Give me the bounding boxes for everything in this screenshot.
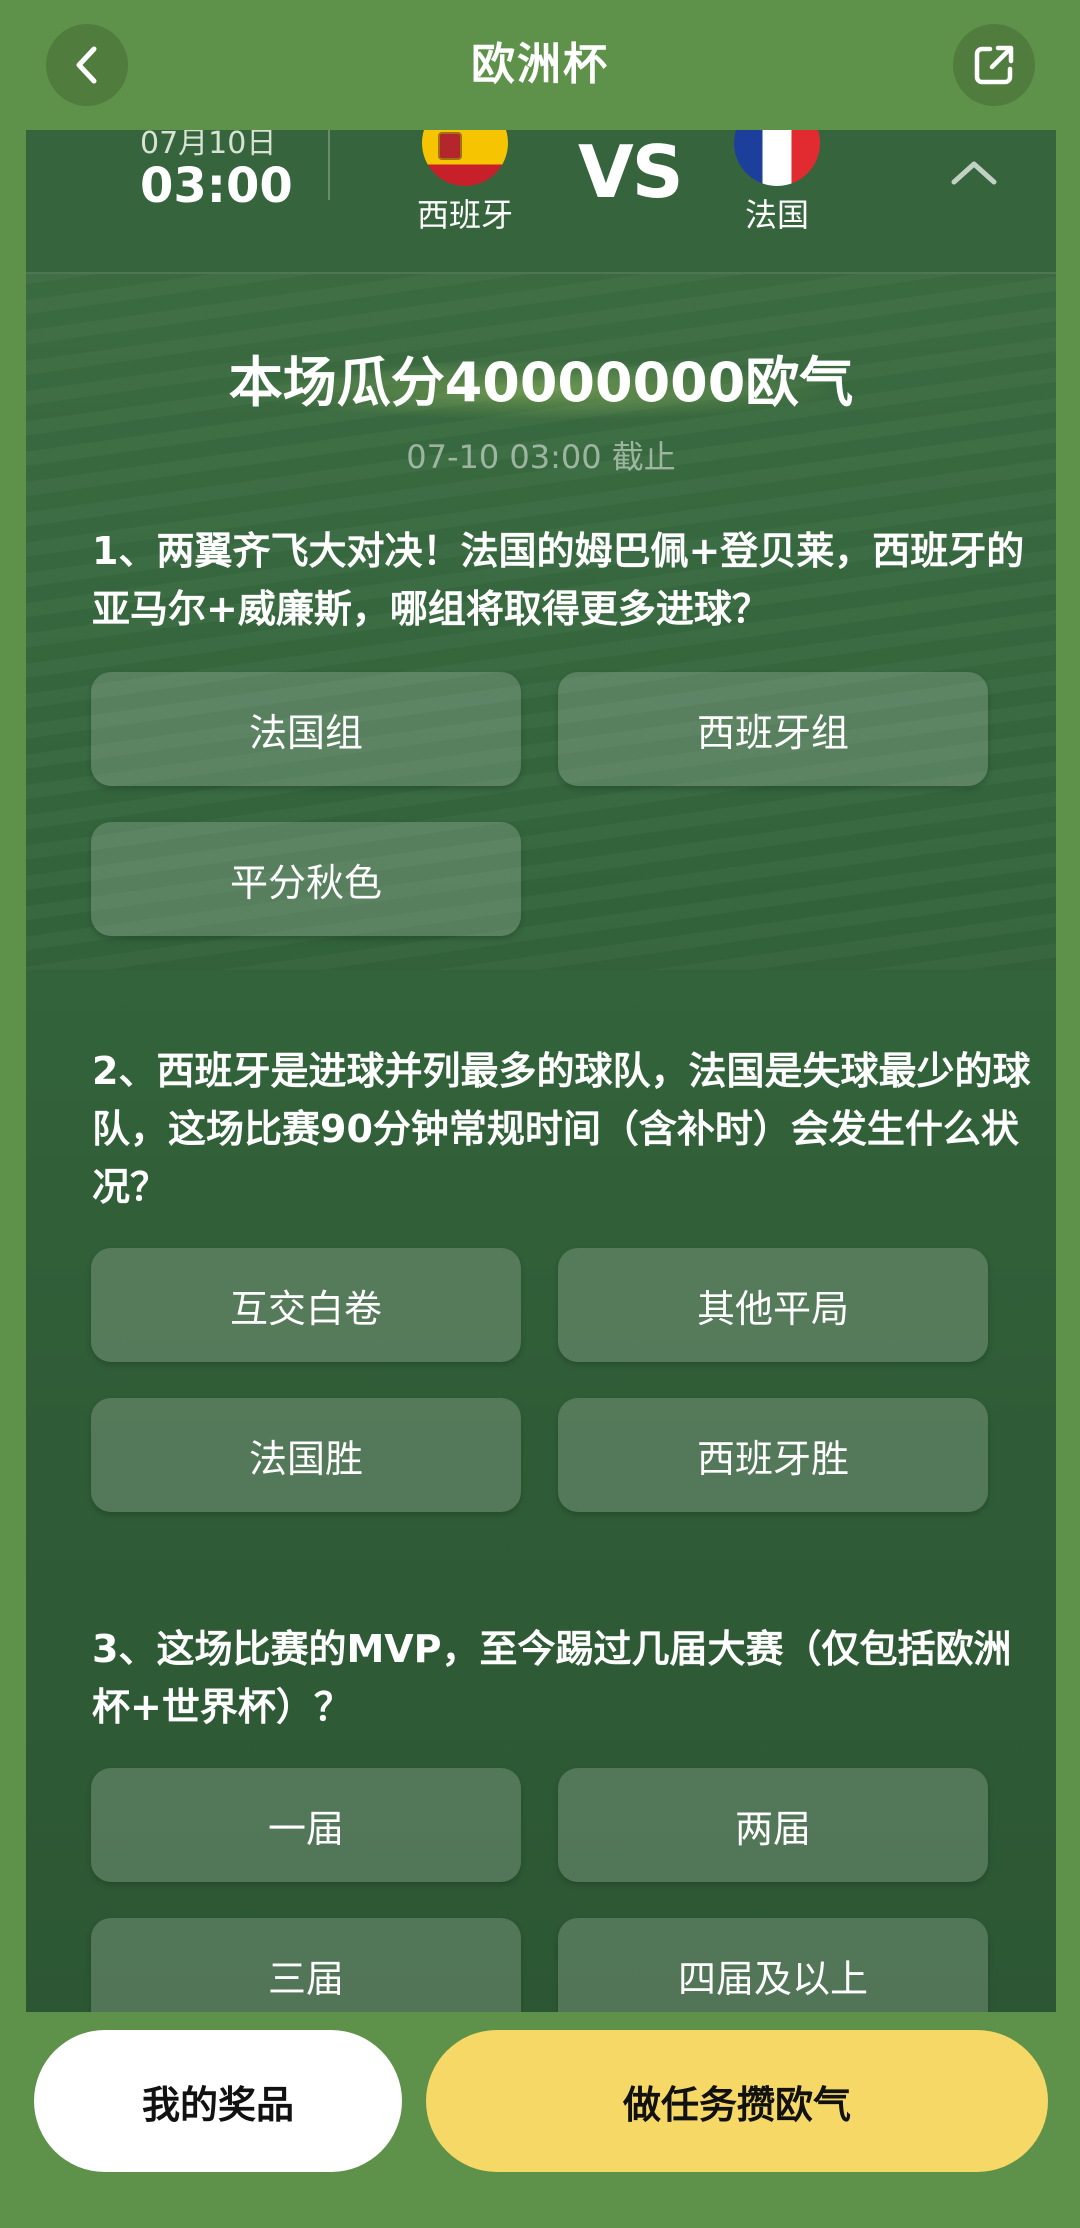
spain-flag-icon — [422, 130, 508, 186]
deadline-text: 07-10 03:00 截止 — [406, 438, 676, 476]
q2-option-other-draw[interactable]: 其他平局 — [558, 1248, 988, 1362]
france-flag-icon — [734, 130, 820, 186]
bottom-action-bar: 我的奖品 做任务攒欧气 — [0, 2012, 1080, 2228]
chevron-up-icon[interactable] — [946, 152, 1002, 192]
q2-option-spain-win[interactable]: 西班牙胜 — [558, 1398, 988, 1512]
my-prizes-button[interactable]: 我的奖品 — [34, 2030, 402, 2172]
q2-option-france-win[interactable]: 法国胜 — [91, 1398, 521, 1512]
question-3: 3、这场比赛的MVP，至今踢过几届大赛（仅包括欧洲杯+世界杯）？ — [92, 1627, 1012, 1729]
q3-option-two[interactable]: 两届 — [558, 1768, 988, 1882]
divider — [328, 130, 330, 200]
q1-option-spain-group[interactable]: 西班牙组 — [558, 672, 988, 786]
match-time: 03:00 — [140, 158, 293, 214]
q3-option-one[interactable]: 一届 — [91, 1768, 521, 1882]
quiz-card: 07月10日 03:00 西班牙 VS 法国 本场瓜分40000000欧气 07… — [26, 130, 1056, 2012]
q1-option-france-group[interactable]: 法国组 — [91, 672, 521, 786]
share-button[interactable] — [953, 24, 1035, 106]
q3-option-three[interactable]: 三届 — [91, 1918, 521, 2012]
q3-option-four-plus[interactable]: 四届及以上 — [558, 1918, 988, 2012]
top-nav: 欧洲杯 — [0, 0, 1080, 130]
external-link-icon — [974, 45, 1014, 85]
q1-option-tie[interactable]: 平分秋色 — [91, 822, 521, 936]
away-team-name: 法国 — [744, 196, 809, 234]
prize-title: 本场瓜分40000000欧气 — [228, 351, 854, 414]
match-header: 07月10日 03:00 西班牙 VS 法国 — [26, 130, 1056, 274]
vs-label: VS — [578, 130, 684, 214]
page-title: 欧洲杯 — [471, 39, 609, 90]
question-1: 1、两翼齐飞大对决！法国的姆巴佩+登贝莱，西班牙的亚马尔+威廉斯，哪组将取得更多… — [92, 529, 1025, 631]
question-2: 2、西班牙是进球并列最多的球队，法国是失球最少的球队，这场比赛90分钟常规时间（… — [92, 1049, 1031, 1209]
earn-points-button[interactable]: 做任务攒欧气 — [426, 2030, 1048, 2172]
home-team-name: 西班牙 — [416, 196, 513, 234]
q2-option-goalless[interactable]: 互交白卷 — [91, 1248, 521, 1362]
